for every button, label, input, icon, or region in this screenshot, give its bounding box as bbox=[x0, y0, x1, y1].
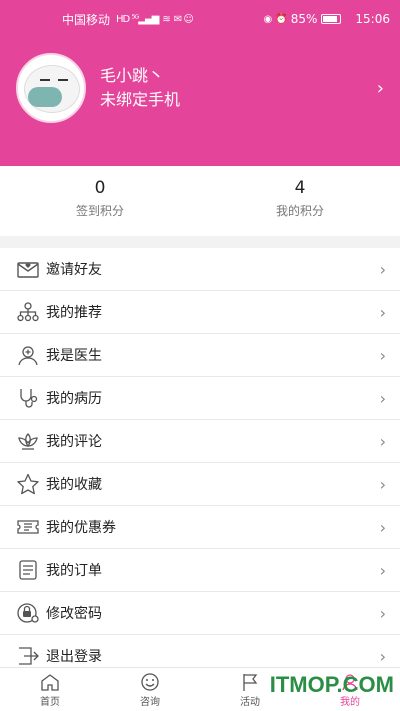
menu-item-change-password[interactable]: 修改密码 › bbox=[0, 592, 400, 635]
status-bar: 中国移动 HD ⁵ᴳ▂▄▆ ≋ ✉ ☺ ◉ ⏰ 85% 15:06 bbox=[0, 0, 400, 38]
menu-item-label: 修改密码 bbox=[46, 606, 102, 622]
chevron-right-icon: › bbox=[379, 603, 386, 623]
menu-item-records[interactable]: 我的病历 › bbox=[0, 377, 400, 420]
menu-item-label: 退出登录 bbox=[46, 649, 102, 665]
chevron-right-icon[interactable]: › bbox=[377, 78, 384, 99]
chevron-right-icon: › bbox=[379, 474, 386, 494]
chevron-right-icon: › bbox=[379, 646, 386, 666]
alarm-icon: ⏰ bbox=[275, 13, 287, 25]
phone-status: 未绑定手机 bbox=[100, 90, 181, 109]
lock-gear-icon bbox=[15, 600, 41, 626]
menu-item-doctor[interactable]: 我是医生 › bbox=[0, 334, 400, 377]
my-points-value: 4 bbox=[294, 178, 306, 198]
profile-info: 毛小跳丶 未绑定手机 bbox=[100, 64, 377, 112]
menu-item-label: 邀请好友 bbox=[46, 262, 102, 278]
menu-item-orders[interactable]: 我的订单 › bbox=[0, 549, 400, 592]
tab-home[interactable]: 首页 bbox=[0, 668, 100, 711]
menu-item-coupons[interactable]: 我的优惠券 › bbox=[0, 506, 400, 549]
home-icon bbox=[0, 672, 100, 692]
clock: 15:06 bbox=[355, 12, 390, 26]
tab-label: 咨询 bbox=[140, 697, 160, 708]
chevron-right-icon: › bbox=[379, 431, 386, 451]
notification-icons: ✉ ☺ bbox=[173, 13, 194, 25]
menu-item-label: 我的评论 bbox=[46, 434, 102, 450]
menu-item-label: 我的优惠券 bbox=[46, 520, 116, 536]
star-icon bbox=[15, 471, 41, 497]
carrier-label: 中国移动 bbox=[62, 12, 111, 27]
my-points[interactable]: 4 我的积分 bbox=[200, 166, 400, 236]
doctor-icon bbox=[15, 342, 41, 368]
network-icon bbox=[15, 299, 41, 325]
watermark: ITMOP.COM bbox=[269, 672, 394, 697]
menu-item-label: 我的推荐 bbox=[46, 305, 102, 321]
stethoscope-icon bbox=[15, 385, 41, 411]
chevron-right-icon: › bbox=[379, 259, 386, 279]
profile-header: 中国移动 HD ⁵ᴳ▂▄▆ ≋ ✉ ☺ ◉ ⏰ 85% 15:06 毛小跳丶 未… bbox=[0, 0, 400, 166]
menu-item-favorites[interactable]: 我的收藏 › bbox=[0, 463, 400, 506]
envelope-heart-icon bbox=[15, 256, 41, 282]
smile-icon bbox=[100, 672, 200, 692]
chevron-right-icon: › bbox=[379, 388, 386, 408]
menu-item-invite[interactable]: 邀请好友 › bbox=[0, 248, 400, 291]
signal-icon: HD ⁵ᴳ▂▄▆ bbox=[116, 13, 159, 25]
signin-points-value: 0 bbox=[94, 178, 106, 198]
menu-item-label: 我的病历 bbox=[46, 391, 102, 407]
menu-list: 邀请好友 › 我的推荐 › 我是医生 › 我的病历 › 我的评论 › 我的收藏 … bbox=[0, 248, 400, 678]
avatar[interactable] bbox=[16, 53, 86, 123]
my-points-label: 我的积分 bbox=[275, 204, 324, 218]
tab-label: 首页 bbox=[40, 697, 60, 708]
lotus-icon bbox=[15, 428, 41, 454]
eye-icon: ◉ bbox=[263, 13, 273, 25]
chevron-right-icon: › bbox=[379, 302, 386, 322]
menu-item-label: 我的收藏 bbox=[46, 477, 102, 493]
chevron-right-icon: › bbox=[379, 560, 386, 580]
points-stats: 0 签到积分 4 我的积分 bbox=[0, 166, 400, 236]
battery-icon bbox=[321, 14, 342, 24]
menu-item-label: 我是医生 bbox=[46, 348, 102, 364]
battery-percent: 85% bbox=[290, 12, 318, 26]
menu-item-comments[interactable]: 我的评论 › bbox=[0, 420, 400, 463]
chevron-right-icon: › bbox=[379, 517, 386, 537]
tab-consult[interactable]: 咨询 bbox=[100, 668, 200, 711]
profile-row[interactable]: 毛小跳丶 未绑定手机 › bbox=[0, 52, 400, 124]
document-icon bbox=[15, 557, 41, 583]
signin-points[interactable]: 0 签到积分 bbox=[0, 166, 200, 236]
user-name: 毛小跳丶 bbox=[100, 66, 165, 85]
menu-item-recommend[interactable]: 我的推荐 › bbox=[0, 291, 400, 334]
menu-item-label: 我的订单 bbox=[46, 563, 102, 579]
wifi-icon: ≋ bbox=[162, 13, 170, 25]
chevron-right-icon: › bbox=[379, 345, 386, 365]
logout-icon bbox=[15, 643, 41, 669]
ticket-icon bbox=[15, 514, 41, 540]
signin-points-label: 签到积分 bbox=[75, 204, 124, 218]
